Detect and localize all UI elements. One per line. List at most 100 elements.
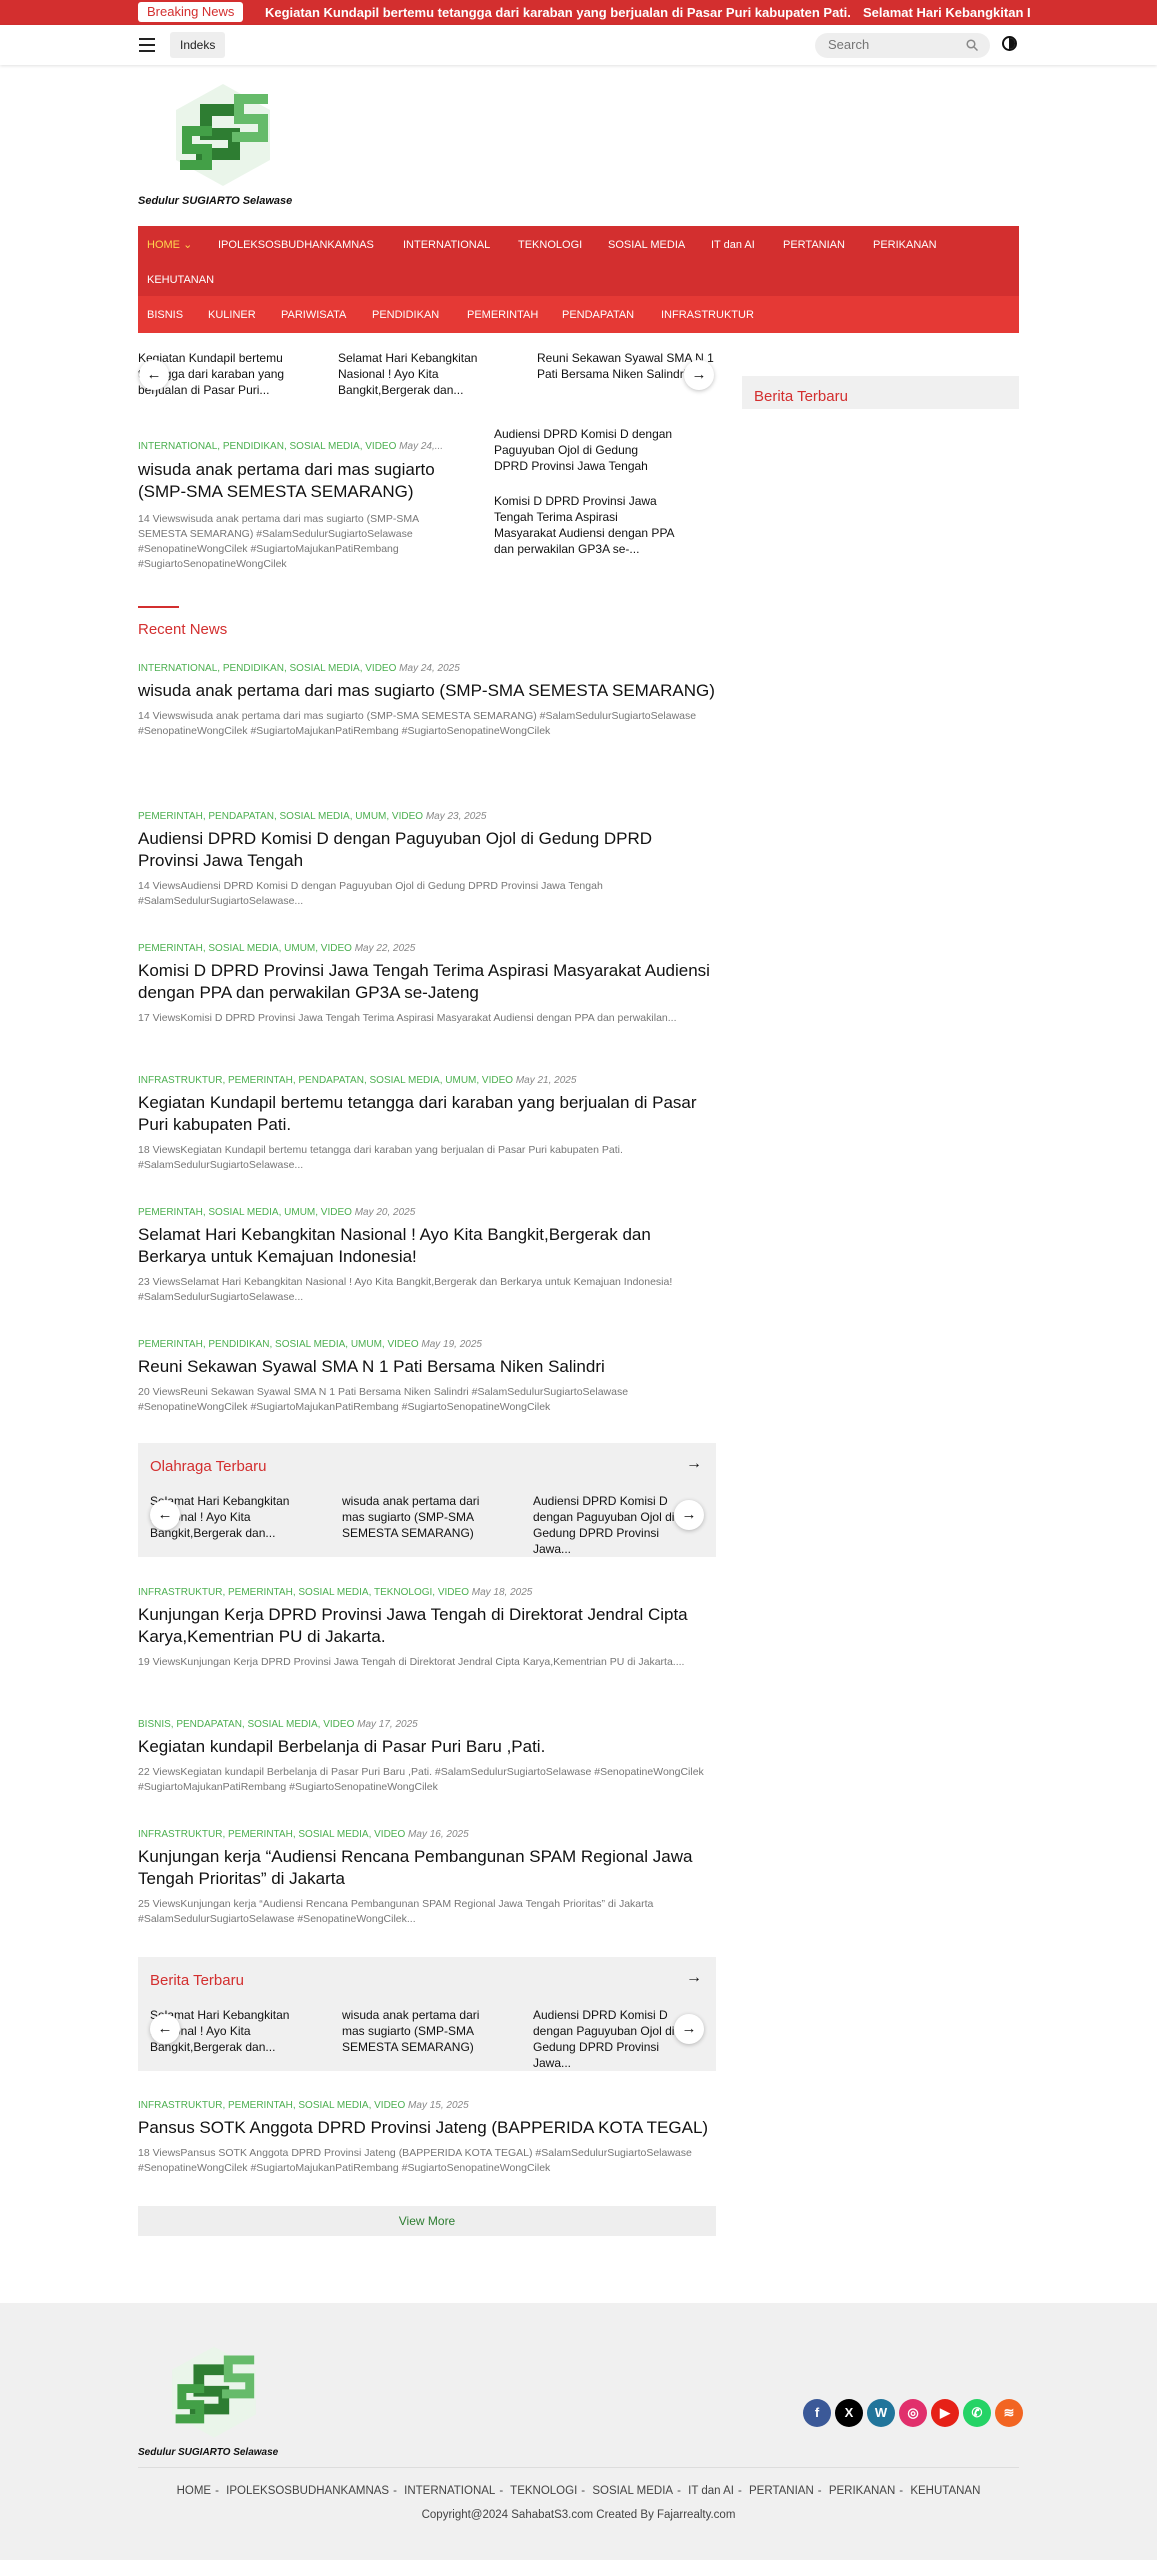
side-list-item[interactable]: Audiensi DPRD Komisi D dengan Paguyuban … — [494, 426, 674, 474]
logo-text: Sedulur SUGIARTO Selawase — [138, 195, 293, 207]
post-excerpt: 18 ViewsPansus SOTK Anggota DPRD Provins… — [138, 2147, 692, 2174]
nav-bisnis[interactable]: BISNIS — [147, 308, 183, 322]
nav-international[interactable]: INTERNATIONAL — [403, 238, 490, 252]
footer-link-home[interactable]: HOME — [177, 2485, 212, 2497]
arrow-right-icon[interactable]: → — [686, 1969, 702, 1987]
whatsapp-icon[interactable]: ✆ — [963, 2399, 991, 2427]
post-card: INFRASTRUKTUR, PEMERINTAH, SOSIAL MEDIA,… — [138, 1586, 716, 1670]
search-icon[interactable] — [966, 39, 978, 51]
nav-pendidikan[interactable]: PENDIDIKAN — [372, 308, 439, 322]
breaking-news-item[interactable]: Selamat Hari Kebangkitan I — [863, 5, 1031, 20]
post-title[interactable]: Selamat Hari Kebangkitan Nasional ! Ayo … — [138, 1224, 716, 1268]
nav-kuliner[interactable]: KULINER — [208, 308, 256, 322]
post-date: May 18, 2025 — [471, 1587, 533, 1598]
category-links[interactable]: INFRASTRUKTUR, PEMERINTAH, SOSIAL MEDIA,… — [138, 1829, 405, 1840]
breaking-news-item[interactable]: Kegiatan Kundapil bertemu tetangga dari … — [265, 5, 851, 20]
category-links[interactable]: PEMERINTAH, SOSIAL MEDIA, UMUM, VIDEO — [138, 1207, 352, 1218]
category-links[interactable]: PEMERINTAH, PENDAPATAN, SOSIAL MEDIA, UM… — [138, 811, 423, 822]
category-links[interactable]: INFRASTRUKTUR, PEMERINTAH, PENDAPATAN, S… — [138, 1075, 513, 1086]
rss-icon[interactable]: ≋ — [995, 2399, 1023, 2427]
nav-sosial-media[interactable]: SOSIAL MEDIA — [608, 238, 685, 252]
footer-link-perikanan[interactable]: PERIKANAN — [829, 2485, 895, 2497]
slider-item[interactable]: Selamat Hari Kebangkitan Nasional ! Ayo … — [338, 350, 503, 398]
post-title[interactable]: wisuda anak pertama dari mas sugiarto (S… — [138, 459, 468, 503]
post-title[interactable]: wisuda anak pertama dari mas sugiarto (S… — [138, 680, 716, 702]
site-header: Indeks — [0, 25, 1157, 65]
footer-link-teknologi[interactable]: TEKNOLOGI — [510, 2485, 577, 2497]
x-icon[interactable]: X — [835, 2399, 863, 2427]
post-title[interactable]: Audiensi DPRD Komisi D dengan Paguyuban … — [138, 828, 716, 872]
view-more-button[interactable]: View More — [138, 2206, 716, 2236]
footer-link-it-dan-ai[interactable]: IT dan AI — [688, 2485, 734, 2497]
arrow-right-icon[interactable]: → — [684, 360, 714, 390]
nav-pariwisata[interactable]: PARIWISATA — [281, 308, 346, 322]
nav-it-dan-ai[interactable]: IT dan AI — [711, 238, 755, 252]
post-card: INFRASTRUKTUR, PEMERINTAH, SOSIAL MEDIA,… — [138, 1828, 716, 1927]
post-title[interactable]: Kegiatan kundapil Berbelanja di Pasar Pu… — [138, 1736, 716, 1758]
nav-infrastruktur[interactable]: INFRASTRUKTUR — [661, 308, 754, 322]
post-title[interactable]: Reuni Sekawan Syawal SMA N 1 Pati Bersam… — [138, 1356, 716, 1378]
side-list-item[interactable]: Komisi D DPRD Provinsi Jawa Tengah Terim… — [494, 493, 674, 557]
wordpress-icon[interactable]: W — [867, 2399, 895, 2427]
instagram-icon[interactable]: ◎ — [899, 2399, 927, 2427]
nav-ipoleksosbudhankamnas[interactable]: IPOLEKSOSBUDHANKAMNAS — [218, 238, 374, 252]
recent-news-heading: Recent News — [138, 621, 228, 638]
nav-kehutanan[interactable]: KEHUTANAN — [147, 273, 214, 287]
widget-item[interactable]: Audiensi DPRD Komisi D dengan Paguyuban … — [533, 1493, 688, 1557]
post-title[interactable]: Komisi D DPRD Provinsi Jawa Tengah Terim… — [138, 960, 716, 1004]
category-links[interactable]: INTERNATIONAL, PENDIDIKAN, SOSIAL MEDIA,… — [138, 441, 396, 452]
footer-link-international[interactable]: INTERNATIONAL — [404, 2485, 495, 2497]
menu-icon[interactable] — [139, 38, 155, 52]
post-excerpt: 14 ViewsAudiensi DPRD Komisi D dengan Pa… — [138, 880, 603, 907]
footer-link-kehutanan[interactable]: KEHUTANAN — [910, 2485, 980, 2497]
footer-link-pertanian[interactable]: PERTANIAN — [749, 2485, 814, 2497]
indeks-button[interactable]: Indeks — [170, 32, 226, 58]
nav-teknologi[interactable]: TEKNOLOGI — [518, 238, 582, 252]
post-date: May 19, 2025 — [421, 1339, 482, 1350]
olahraga-widget: Olahraga Terbaru → Selamat Hari Kebangki… — [138, 1443, 716, 1557]
category-links[interactable]: PEMERINTAH, PENDIDIKAN, SOSIAL MEDIA, UM… — [138, 1339, 419, 1350]
logo-emblem — [172, 2346, 256, 2438]
post-title[interactable]: Kegiatan Kundapil bertemu tetangga dari … — [138, 1092, 716, 1136]
footer-link-ipoleksosbudhankamnas[interactable]: IPOLEKSOSBUDHANKAMNAS — [226, 2485, 389, 2497]
widget-item[interactable]: wisuda anak pertama dari mas sugiarto (S… — [342, 1493, 497, 1541]
search-box — [815, 33, 990, 58]
nav-pertanian[interactable]: PERTANIAN — [783, 238, 845, 252]
search-input[interactable] — [828, 37, 958, 52]
category-links[interactable]: INTERNATIONAL, PENDIDIKAN, SOSIAL MEDIA,… — [138, 663, 396, 674]
nav-pendapatan[interactable]: PENDAPATAN — [562, 308, 634, 322]
post-title[interactable]: Kunjungan kerja “Audiensi Rencana Pemban… — [138, 1846, 716, 1890]
nav-pemerintah[interactable]: PEMERINTAH — [467, 308, 538, 322]
category-links[interactable]: INFRASTRUKTUR, PEMERINTAH, SOSIAL MEDIA,… — [138, 1587, 469, 1598]
arrow-right-icon[interactable]: → — [674, 1500, 704, 1530]
widget-item[interactable]: Audiensi DPRD Komisi D dengan Paguyuban … — [533, 2007, 688, 2071]
arrow-left-icon[interactable]: ← — [139, 360, 169, 390]
category-links[interactable]: PEMERINTAH, SOSIAL MEDIA, UMUM, VIDEO — [138, 943, 352, 954]
post-card: INFRASTRUKTUR, PEMERINTAH, PENDAPATAN, S… — [138, 1074, 716, 1173]
sidebar-title: Berita Terbaru — [754, 388, 848, 405]
post-title[interactable]: Pansus SOTK Anggota DPRD Provinsi Jateng… — [138, 2117, 716, 2139]
arrow-right-icon[interactable]: → — [674, 2014, 704, 2044]
logo-emblem — [176, 84, 270, 186]
nav-perikanan[interactable]: PERIKANAN — [873, 238, 937, 252]
site-logo[interactable]: Sedulur SUGIARTO Selawase — [138, 80, 308, 210]
post-categories: PEMERINTAH, PENDAPATAN, SOSIAL MEDIA, UM… — [138, 810, 716, 823]
category-links[interactable]: INFRASTRUKTUR, PEMERINTAH, SOSIAL MEDIA,… — [138, 2100, 405, 2111]
footer-logo[interactable]: Sedulur SUGIARTO Selawase — [138, 2343, 290, 2458]
post-date: May 20, 2025 — [354, 1207, 416, 1218]
youtube-icon[interactable]: ▶ — [931, 2399, 959, 2427]
post-card: BISNIS, PENDAPATAN, SOSIAL MEDIA, VIDEO … — [138, 1718, 716, 1795]
dark-mode-icon[interactable] — [1002, 36, 1017, 51]
arrow-right-icon[interactable]: → — [686, 1455, 702, 1473]
post-categories: INFRASTRUKTUR, PEMERINTAH, SOSIAL MEDIA,… — [138, 1586, 716, 1599]
widget-item[interactable]: wisuda anak pertama dari mas sugiarto (S… — [342, 2007, 497, 2055]
nav-home[interactable]: HOME ⌄ — [147, 238, 192, 252]
category-links[interactable]: BISNIS, PENDAPATAN, SOSIAL MEDIA, VIDEO — [138, 1719, 354, 1730]
footer-link-sosial-media[interactable]: SOSIAL MEDIA — [592, 2485, 673, 2497]
arrow-left-icon[interactable]: ← — [150, 1500, 180, 1530]
post-card: INTERNATIONAL, PENDIDIKAN, SOSIAL MEDIA,… — [138, 662, 716, 739]
post-categories: PEMERINTAH, PENDIDIKAN, SOSIAL MEDIA, UM… — [138, 1338, 716, 1351]
post-title[interactable]: Kunjungan Kerja DPRD Provinsi Jawa Tenga… — [138, 1604, 716, 1648]
facebook-icon[interactable]: f — [803, 2399, 831, 2427]
arrow-left-icon[interactable]: ← — [150, 2014, 180, 2044]
